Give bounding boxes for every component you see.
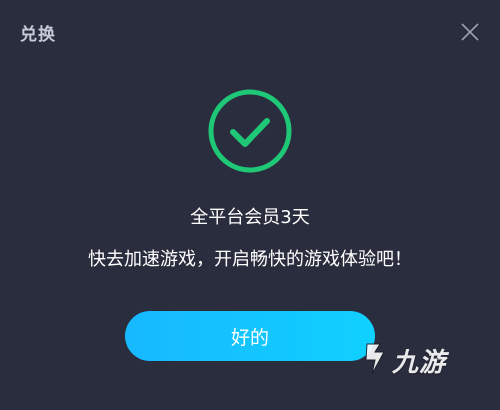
watermark-text: 九游 [392, 348, 447, 378]
check-circle-icon [208, 89, 292, 173]
ok-button[interactable]: 好的 [125, 311, 375, 361]
redeem-dialog: 兑换 全平台会员3天 快去加速游戏，开启畅快的游戏体验吧！ 好的 九游 [0, 0, 500, 410]
watermark: 九游 [358, 336, 494, 384]
membership-message: 全平台会员3天 [190, 207, 310, 228]
close-icon[interactable] [456, 18, 484, 46]
dialog-title: 兑换 [20, 25, 56, 45]
prompt-message: 快去加速游戏，开启畅快的游戏体验吧！ [88, 249, 412, 270]
jiuyou-logo-icon [365, 343, 385, 375]
